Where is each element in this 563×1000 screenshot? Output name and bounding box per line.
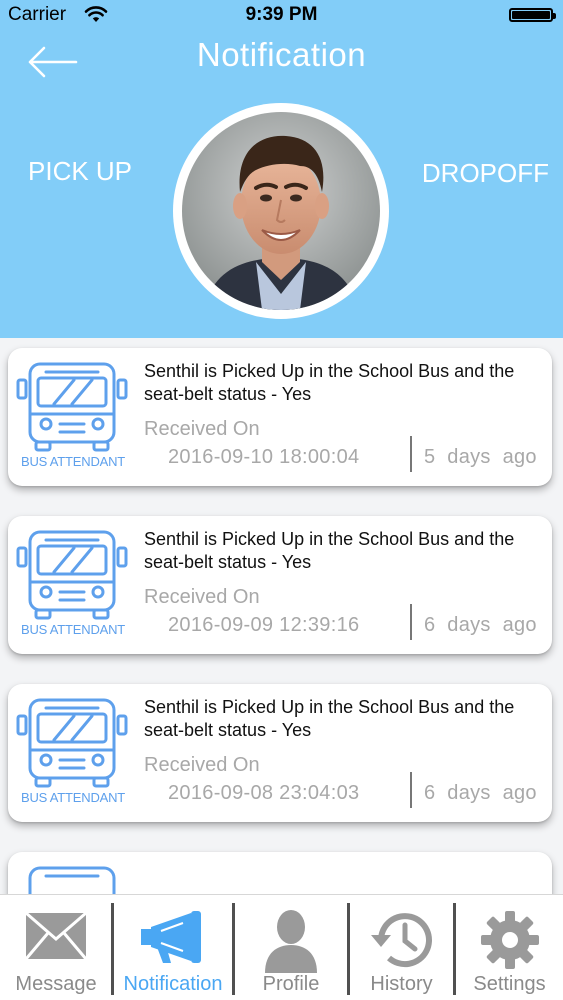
received-label: Received On [144, 418, 260, 440]
tab-notification[interactable]: Notification [114, 895, 232, 1000]
received-timestamp: 2016-09-08 23:04:03 [168, 782, 360, 804]
school-bus-icon [16, 698, 128, 788]
received-label: Received On [144, 754, 260, 776]
sender-label: BUS ATTENDANT [20, 790, 126, 805]
received-timestamp: 2016-09-10 18:00:04 [168, 446, 360, 468]
notification-message: Senthil is Picked Up in the School Bus a… [144, 529, 515, 572]
tab-message[interactable]: Message [0, 895, 112, 1000]
school-bus-icon [16, 362, 128, 452]
tab-label: Settings [473, 973, 546, 995]
notification-message: Senthil is Picked Up in the School Bus a… [144, 361, 515, 404]
profile-header: Notification PICK UP DROPOFF [0, 30, 563, 338]
notification-message: Senthil is Picked Up in the School Bus a… [144, 697, 515, 740]
relative-time: 6 days ago [424, 782, 537, 804]
tab-label: History [370, 973, 433, 995]
tab-settings[interactable]: Settings [456, 895, 563, 1000]
megaphone-icon [141, 911, 201, 963]
tab-label: Profile [262, 973, 320, 995]
school-bus-icon [28, 866, 116, 894]
page-title: Notification [196, 36, 367, 73]
received-timestamp: 2016-09-09 12:39:16 [168, 614, 360, 636]
notification-card[interactable]: BUS ATTENDANT Senthil is Picked Up in th… [8, 684, 552, 822]
avatar[interactable] [173, 103, 389, 319]
received-label: Received On [144, 586, 260, 608]
notification-card[interactable] [8, 852, 552, 894]
relative-time: 6 days ago [424, 614, 537, 636]
divider [410, 604, 412, 640]
status-bar: Carrier 9:39 PM [0, 0, 563, 30]
gear-icon [480, 911, 539, 969]
divider [410, 772, 412, 808]
relative-time: 5 days ago [424, 446, 537, 468]
dropoff-tab[interactable]: DROPOFF [422, 158, 549, 189]
tab-history[interactable]: History [350, 895, 453, 1000]
school-bus-icon [16, 530, 128, 620]
tab-label: Message [15, 973, 97, 995]
tab-label: Notification [123, 973, 223, 995]
notification-list[interactable]: BUS ATTENDANT Senthil is Picked Up in th… [0, 338, 563, 894]
pickup-tab[interactable]: PICK UP [28, 156, 132, 187]
tab-profile[interactable]: Profile [235, 895, 347, 1000]
history-icon [370, 913, 432, 968]
notification-card[interactable]: BUS ATTENDANT Senthil is Picked Up in th… [8, 516, 552, 654]
divider [410, 436, 412, 472]
envelope-icon [24, 911, 88, 960]
person-icon [265, 910, 317, 973]
sender-label: BUS ATTENDANT [20, 622, 126, 637]
notification-card[interactable]: BUS ATTENDANT Senthil is Picked Up in th… [8, 348, 552, 486]
battery-icon [509, 8, 556, 22]
sender-label: BUS ATTENDANT [20, 454, 126, 469]
notification-screen: Carrier 9:39 PM Notification PICK UP DRO… [0, 0, 563, 1000]
clock-time: 9:39 PM [245, 4, 318, 25]
avatar-photo [182, 112, 380, 310]
tab-bar: Message Notification Profile History Set… [0, 894, 563, 1000]
